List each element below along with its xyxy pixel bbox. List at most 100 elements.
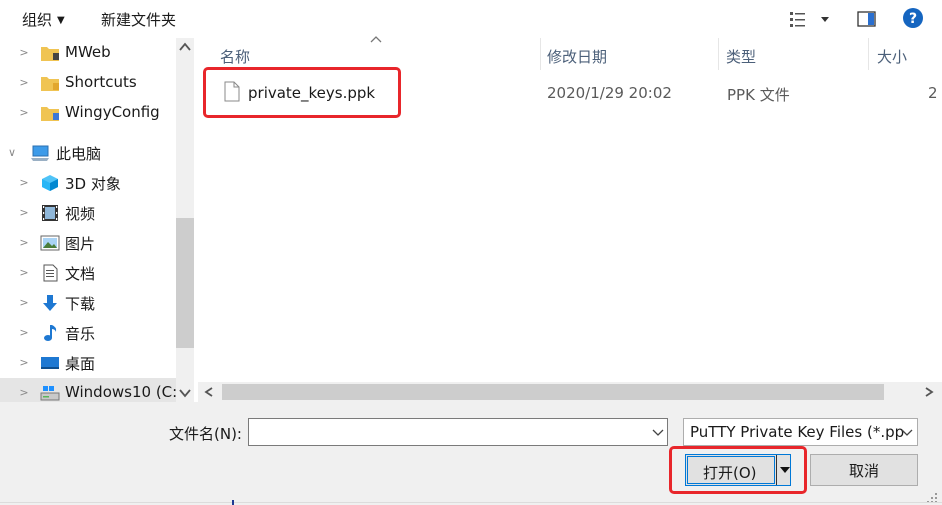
organize-button[interactable]: 组织 ▼ bbox=[22, 9, 65, 29]
column-header-modified[interactable]: 修改日期 bbox=[537, 38, 717, 70]
scrollbar-thumb[interactable] bbox=[222, 384, 884, 400]
folder-icon bbox=[41, 107, 59, 121]
folder-icon bbox=[41, 47, 59, 61]
collapse-chevron-icon[interactable]: ∨ bbox=[6, 146, 18, 160]
file-modified: 2020/1/29 20:02 bbox=[547, 84, 672, 102]
file-type-filter-value: PuTTY Private Key Files (*.pp bbox=[690, 423, 905, 441]
file-row[interactable]: private_keys.ppk 2020/1/29 20:02 PPK 文件 … bbox=[208, 78, 942, 108]
file-size: 2 bbox=[928, 84, 938, 102]
nav-item-label: 视频 bbox=[65, 205, 96, 223]
nav-item-label: 下载 bbox=[65, 295, 96, 313]
change-view-button[interactable] bbox=[788, 9, 832, 29]
folder-icon bbox=[41, 77, 59, 91]
expand-chevron-icon[interactable]: > bbox=[18, 386, 30, 400]
column-header-label: 名称 bbox=[220, 48, 251, 66]
drive-icon bbox=[40, 386, 60, 401]
expand-chevron-icon[interactable]: > bbox=[18, 46, 30, 60]
chevron-down-icon bbox=[901, 429, 913, 436]
navigation-pane: > MWeb > Shortcuts > WingyConfig ∨ 此电脑 >… bbox=[0, 38, 194, 402]
file-type: PPK 文件 bbox=[727, 86, 790, 104]
column-header-size[interactable]: 大小 bbox=[867, 38, 942, 70]
music-icon bbox=[44, 325, 57, 341]
filename-label: 文件名(N): bbox=[169, 425, 242, 443]
expand-chevron-icon[interactable]: > bbox=[18, 326, 30, 340]
column-header-name[interactable]: 名称 bbox=[210, 38, 540, 70]
filename-combobox[interactable] bbox=[248, 418, 668, 446]
file-name: private_keys.ppk bbox=[248, 84, 376, 102]
nav-item-this-pc[interactable]: ∨ 此电脑 bbox=[0, 138, 176, 168]
horizontal-scrollbar[interactable] bbox=[198, 382, 942, 402]
scrollbar-thumb[interactable] bbox=[176, 218, 194, 348]
divider bbox=[0, 502, 942, 503]
nav-item-label: Shortcuts bbox=[65, 73, 137, 91]
expand-chevron-icon[interactable]: > bbox=[18, 176, 30, 190]
nav-item-wingyconfig[interactable]: > WingyConfig bbox=[0, 98, 176, 128]
video-icon bbox=[42, 205, 58, 221]
column-header-label: 大小 bbox=[877, 48, 908, 66]
documents-icon bbox=[43, 264, 58, 282]
expand-chevron-icon[interactable]: > bbox=[18, 266, 30, 280]
expand-chevron-icon[interactable]: > bbox=[18, 76, 30, 90]
file-icon bbox=[224, 81, 240, 102]
desktop-icon bbox=[41, 357, 59, 369]
nav-item-label: 文档 bbox=[65, 265, 96, 283]
nav-item-label: 音乐 bbox=[65, 325, 96, 343]
toolbar: 组织 ▼ 新建文件夹 ? bbox=[0, 0, 942, 38]
scroll-left-arrow-icon[interactable] bbox=[204, 387, 214, 397]
column-header-type[interactable]: 类型 bbox=[716, 38, 866, 70]
3d-objects-icon bbox=[42, 175, 58, 191]
filename-input[interactable] bbox=[253, 421, 648, 443]
nav-item-documents[interactable]: > 文档 bbox=[0, 258, 176, 288]
chevron-down-icon[interactable] bbox=[652, 427, 664, 437]
nav-item-label: 图片 bbox=[65, 235, 96, 253]
chevron-down-icon[interactable] bbox=[780, 466, 790, 474]
open-button-main[interactable]: 打开(O) bbox=[687, 456, 775, 484]
computer-icon bbox=[31, 145, 49, 161]
cancel-button-label: 取消 bbox=[848, 462, 879, 480]
nav-item-label: 桌面 bbox=[65, 355, 96, 373]
split-divider bbox=[776, 455, 777, 485]
preview-pane-button[interactable] bbox=[856, 8, 878, 30]
preview-pane-icon bbox=[857, 11, 876, 27]
nav-item-desktop[interactable]: > 桌面 bbox=[0, 348, 176, 378]
nav-vertical-scrollbar[interactable] bbox=[176, 38, 194, 402]
nav-item-windows10-drive[interactable]: > Windows10 (C: bbox=[0, 378, 178, 402]
svg-text:?: ? bbox=[909, 11, 917, 27]
expand-chevron-icon[interactable]: > bbox=[18, 106, 30, 120]
new-folder-button[interactable]: 新建文件夹 bbox=[101, 9, 176, 29]
expand-chevron-icon[interactable]: > bbox=[18, 356, 30, 370]
download-icon bbox=[43, 295, 57, 311]
help-icon: ? bbox=[903, 8, 923, 28]
taskbar-edge bbox=[232, 500, 234, 505]
file-type-filter[interactable]: PuTTY Private Key Files (*.pp bbox=[683, 418, 918, 446]
nav-item-3d-objects[interactable]: > 3D 对象 bbox=[0, 168, 176, 198]
dialog-footer: 文件名(N): PuTTY Private Key Files (*.pp 打开… bbox=[0, 402, 942, 505]
nav-item-shortcuts[interactable]: > Shortcuts bbox=[0, 68, 176, 98]
nav-item-label: 此电脑 bbox=[56, 145, 102, 163]
open-button[interactable]: 打开(O) bbox=[685, 454, 791, 486]
nav-item-pictures[interactable]: > 图片 bbox=[0, 228, 176, 258]
expand-chevron-icon[interactable]: > bbox=[18, 296, 30, 310]
nav-item-label: Windows10 (C: bbox=[65, 383, 178, 401]
column-header-label: 修改日期 bbox=[547, 48, 608, 66]
file-list: 名称 修改日期 类型 大小 private_keys.ppk 2020/1/29… bbox=[198, 36, 942, 382]
nav-item-music[interactable]: > 音乐 bbox=[0, 318, 176, 348]
nav-item-mweb[interactable]: > MWeb bbox=[0, 38, 176, 68]
expand-chevron-icon[interactable]: > bbox=[18, 206, 30, 220]
open-file-dialog: 组织 ▼ 新建文件夹 ? > MWeb > Shortcuts > WingyC… bbox=[0, 0, 942, 505]
nav-item-downloads[interactable]: > 下载 bbox=[0, 288, 176, 318]
expand-chevron-icon[interactable]: > bbox=[18, 236, 30, 250]
organize-label: 组织 bbox=[22, 11, 53, 29]
scroll-up-arrow-icon[interactable] bbox=[179, 42, 191, 52]
nav-item-videos[interactable]: > 视频 bbox=[0, 198, 176, 228]
chevron-down-icon: ▼ bbox=[57, 15, 65, 26]
open-button-label: 打开(O) bbox=[703, 464, 757, 482]
scroll-down-arrow-icon[interactable] bbox=[179, 388, 191, 398]
pictures-icon bbox=[40, 235, 60, 251]
new-folder-label: 新建文件夹 bbox=[101, 11, 177, 29]
nav-item-label: WingyConfig bbox=[65, 103, 160, 121]
help-button[interactable]: ? bbox=[902, 7, 924, 29]
cancel-button[interactable]: 取消 bbox=[810, 454, 918, 486]
scroll-right-arrow-icon[interactable] bbox=[924, 387, 934, 397]
nav-item-label: 3D 对象 bbox=[65, 175, 121, 193]
